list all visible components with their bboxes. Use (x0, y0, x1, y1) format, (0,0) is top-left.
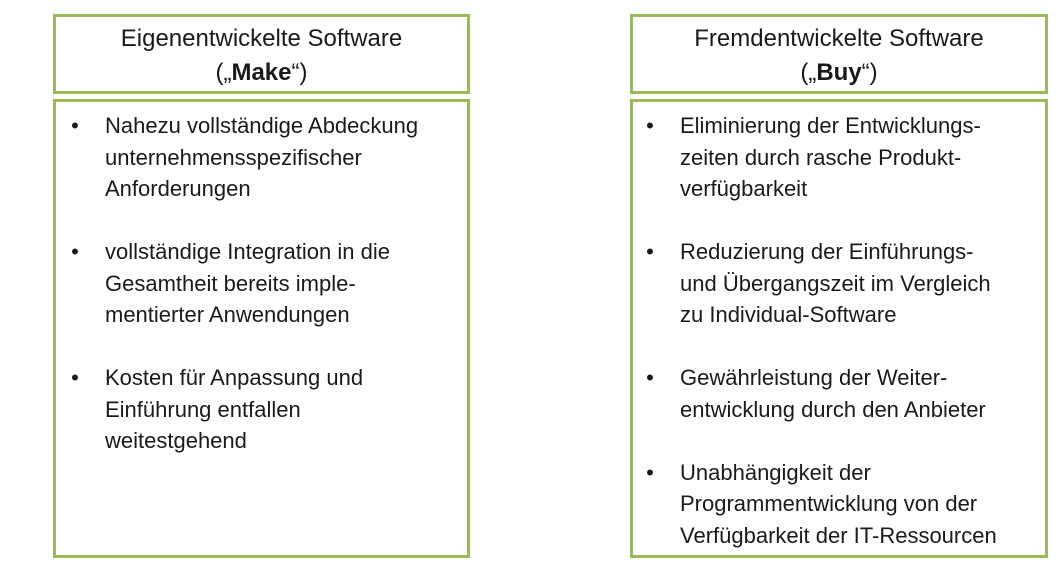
list-item-text: Unabhängigkeit der Programmentwicklung v… (680, 459, 997, 548)
buy-title: Fremdentwickelte Software (694, 25, 984, 52)
buy-subtitle: („Buy“) (633, 56, 1045, 90)
make-subtitle-open: („ (215, 59, 232, 86)
list-item-text: Nahezu vollständige Abdeckung unternehme… (105, 113, 419, 201)
make-advantages-box: • Nahezu vollständige Abdeckung unterneh… (53, 99, 470, 558)
make-advantages-list: • Nahezu vollständige Abdeckung unterneh… (58, 110, 467, 457)
bullet-icon: • (646, 113, 654, 138)
list-item: • vollständige Integration in die Gesamt… (58, 236, 467, 331)
make-subtitle-close: “) (291, 59, 308, 86)
buy-advantages-list: • Eliminierung der Entwicklungs- zeiten … (633, 110, 1045, 551)
list-item-text: vollständige Integration in die Gesamthe… (105, 239, 390, 327)
bullet-icon: • (71, 113, 79, 138)
buy-subtitle-open: („ (800, 59, 817, 86)
buy-subtitle-keyword: Buy (816, 59, 862, 86)
bullet-icon: • (71, 365, 79, 390)
make-title: Eigenentwickelte Software (120, 25, 403, 52)
list-item: • Unabhängigkeit der Programmentwicklung… (633, 457, 1045, 552)
list-item-text: Kosten für Anpassung und Einführung entf… (105, 365, 364, 453)
list-item-text: Eliminierung der Entwicklungs- zeiten du… (680, 113, 981, 201)
list-item-text: Reduzierung der Einführungs- und Übergan… (680, 239, 991, 327)
make-header: Eigenentwickelte Software („Make“) (53, 14, 470, 94)
list-item: • Eliminierung der Entwicklungs- zeiten … (633, 110, 1045, 205)
list-item: • Nahezu vollständige Abdeckung unterneh… (58, 110, 467, 205)
list-item: • Reduzierung der Einführungs- und Überg… (633, 236, 1045, 331)
list-item: • Kosten für Anpassung und Einführung en… (58, 362, 467, 457)
bullet-icon: • (646, 365, 654, 390)
buy-subtitle-close: “) (861, 59, 878, 86)
bullet-icon: • (646, 239, 654, 264)
bullet-icon: • (71, 239, 79, 264)
make-subtitle-keyword: Make (231, 59, 292, 86)
list-item: • Gewährleistung der Weiter- entwicklung… (633, 362, 1045, 425)
list-item-text: Gewährleistung der Weiter- entwicklung d… (680, 365, 986, 422)
make-subtitle: („Make“) (56, 56, 467, 90)
buy-advantages-box: • Eliminierung der Entwicklungs- zeiten … (630, 99, 1048, 558)
buy-header: Fremdentwickelte Software („Buy“) (630, 14, 1048, 94)
bullet-icon: • (646, 459, 654, 485)
